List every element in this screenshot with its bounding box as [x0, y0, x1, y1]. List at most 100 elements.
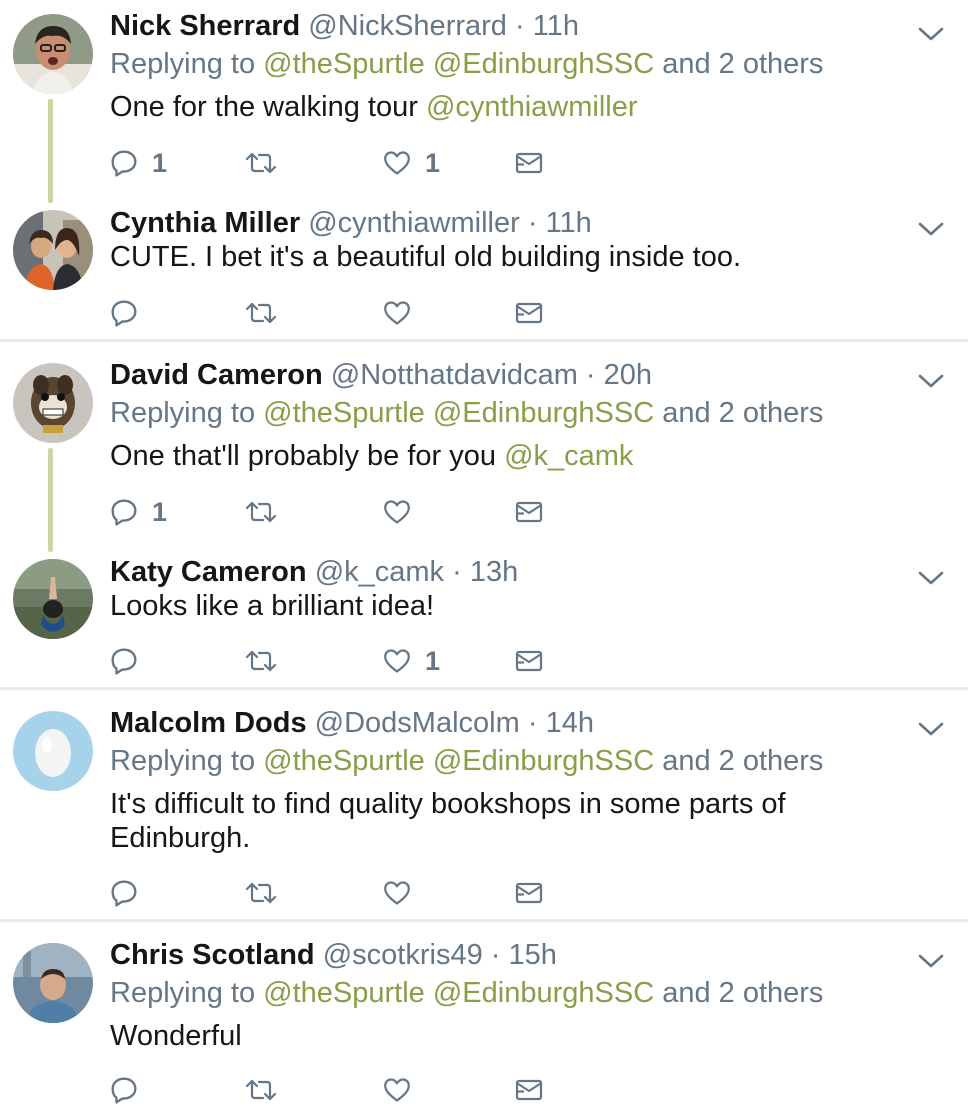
reply-mentions[interactable]: @theSpurtle @EdinburghSSC: [263, 48, 654, 80]
chevron-down-icon[interactable]: [916, 371, 946, 391]
reply-icon: [110, 647, 138, 675]
reply-icon: [110, 1076, 138, 1104]
like-icon: [383, 149, 411, 177]
tweet-actions: [110, 876, 550, 910]
reply-count: 1: [152, 147, 168, 178]
tweet-mention[interactable]: @k_camk: [504, 440, 633, 472]
like-icon: [383, 879, 411, 907]
display-name[interactable]: Nick Sherrard: [110, 10, 300, 42]
user-handle[interactable]: @DodsMalcolm: [315, 707, 520, 739]
avatar[interactable]: [13, 14, 93, 94]
like-button[interactable]: [383, 495, 411, 529]
like-button[interactable]: 1: [383, 644, 440, 678]
timestamp[interactable]: 11h: [546, 207, 592, 239]
replying-to: Replying to @theSpurtle @EdinburghSSC an…: [110, 743, 823, 779]
user-handle[interactable]: @NickSherrard: [308, 10, 507, 42]
replying-to-label: Replying to: [110, 48, 256, 80]
retweet-icon: [244, 647, 278, 675]
replying-to-label: Replying to: [110, 397, 256, 429]
reply-others[interactable]: and 2 others: [662, 397, 823, 429]
tweet-text: Looks like a brilliant idea!: [110, 589, 910, 623]
retweet-button[interactable]: [244, 296, 278, 330]
reply-button[interactable]: [110, 296, 138, 330]
tweet-text-body: Wonderful: [110, 1020, 242, 1052]
avatar[interactable]: [13, 559, 93, 639]
direct-message-icon: [515, 499, 543, 525]
retweet-button[interactable]: [244, 146, 278, 180]
reply-button[interactable]: [110, 644, 138, 678]
tweet-text-body: One for the walking tour: [110, 91, 418, 123]
avatar[interactable]: [13, 363, 93, 443]
retweet-icon: [244, 879, 278, 907]
retweet-button[interactable]: [244, 495, 278, 529]
display-name[interactable]: Cynthia Miller: [110, 207, 300, 239]
chevron-down-icon[interactable]: [916, 719, 946, 739]
reply-mentions[interactable]: @theSpurtle @EdinburghSSC: [263, 977, 654, 1009]
chevron-down-icon[interactable]: [916, 568, 946, 588]
tweet-text-body: Looks like a brilliant idea!: [110, 590, 435, 622]
direct-message-button[interactable]: [515, 644, 543, 678]
replying-to: Replying to @theSpurtle @EdinburghSSC an…: [110, 975, 823, 1011]
timestamp[interactable]: 13h: [470, 556, 518, 588]
like-icon: [383, 647, 411, 675]
separator-dot: ·: [527, 207, 538, 239]
user-handle[interactable]: @k_camk: [315, 556, 444, 588]
tweet-mention[interactable]: @cynthiawmiller: [426, 91, 638, 123]
tweet-actions: [110, 1073, 550, 1107]
reply-button[interactable]: [110, 876, 138, 910]
reply-button[interactable]: 1: [110, 146, 167, 180]
reply-icon: [110, 149, 138, 177]
direct-message-button[interactable]: [515, 495, 543, 529]
reply-others[interactable]: and 2 others: [662, 745, 823, 777]
tweet-actions: 1: [110, 495, 550, 529]
like-button[interactable]: [383, 876, 411, 910]
like-button[interactable]: 1: [383, 146, 440, 180]
tweet-text-body: One that'll probably be for you: [110, 440, 496, 472]
separator-dot: ·: [452, 556, 462, 588]
direct-message-button[interactable]: [515, 1073, 543, 1107]
chevron-down-icon[interactable]: [916, 951, 946, 971]
reply-icon: [110, 299, 138, 327]
chevron-down-icon[interactable]: [916, 24, 946, 44]
reply-button[interactable]: [110, 1073, 138, 1107]
display-name[interactable]: Katy Cameron: [110, 556, 307, 588]
like-icon: [383, 1076, 411, 1104]
avatar[interactable]: [13, 943, 93, 1023]
direct-message-icon: [515, 1077, 543, 1103]
direct-message-button[interactable]: [515, 296, 543, 330]
reply-icon: [110, 879, 138, 907]
reply-others[interactable]: and 2 others: [662, 977, 823, 1009]
timestamp[interactable]: 11h: [533, 10, 579, 42]
conversation-divider: [0, 339, 968, 342]
reply-mentions[interactable]: @theSpurtle @EdinburghSSC: [263, 397, 654, 429]
direct-message-button[interactable]: [515, 876, 543, 910]
chevron-down-icon[interactable]: [916, 219, 946, 239]
replying-to-label: Replying to: [110, 977, 256, 1009]
timestamp[interactable]: 20h: [604, 359, 652, 391]
like-button[interactable]: [383, 1073, 411, 1107]
avatar[interactable]: [13, 711, 93, 791]
timestamp[interactable]: 14h: [546, 707, 594, 739]
separator-dot: ·: [585, 359, 596, 391]
like-count: 1: [425, 645, 441, 676]
like-button[interactable]: [383, 296, 411, 330]
like-count: 1: [425, 147, 441, 178]
retweet-icon: [244, 498, 278, 526]
user-handle[interactable]: @cynthiawmiller: [308, 207, 520, 239]
display-name[interactable]: Chris Scotland: [110, 939, 315, 971]
avatar[interactable]: [13, 210, 93, 290]
reply-mentions[interactable]: @theSpurtle @EdinburghSSC: [263, 745, 654, 777]
retweet-button[interactable]: [244, 1073, 278, 1107]
retweet-button[interactable]: [244, 876, 278, 910]
reply-button[interactable]: 1: [110, 495, 167, 529]
direct-message-button[interactable]: [515, 146, 543, 180]
reply-others[interactable]: and 2 others: [662, 48, 823, 80]
display-name[interactable]: Malcolm Dods: [110, 707, 307, 739]
user-handle[interactable]: @Notthatdavidcam: [331, 359, 578, 391]
user-handle[interactable]: @scotkris49: [323, 939, 483, 971]
timestamp[interactable]: 15h: [509, 939, 557, 971]
tweet-text-line: It's difficult to find quality bookshops…: [110, 788, 786, 820]
retweet-button[interactable]: [244, 644, 278, 678]
display-name[interactable]: David Cameron: [110, 359, 323, 391]
replying-to: Replying to @theSpurtle @EdinburghSSC an…: [110, 395, 823, 431]
